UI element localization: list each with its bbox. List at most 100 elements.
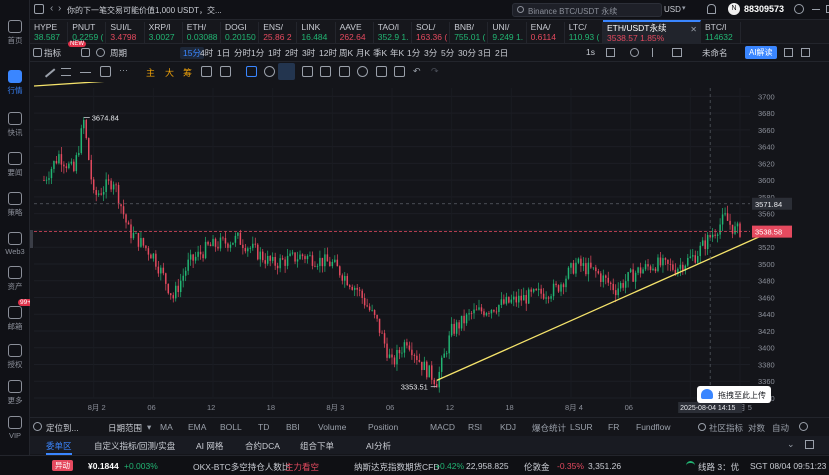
indicator-option[interactable]: 爆仓统计 bbox=[532, 422, 566, 434]
sidebar-item-mail[interactable]: 邮箱 bbox=[0, 306, 30, 332]
ticker-price-1[interactable]: ¥0.1844 bbox=[88, 461, 119, 471]
community-indicator[interactable]: 社区指标 bbox=[709, 422, 743, 434]
ticker-name-4[interactable]: 伦敦金 bbox=[524, 461, 550, 473]
ticker-tab[interactable]: AAVE 262.64 bbox=[336, 22, 374, 44]
ticker-tab[interactable]: BNB/755.01 ( bbox=[450, 22, 489, 44]
ticker-tab[interactable]: BTC/l 114632 bbox=[701, 22, 741, 44]
indicator-option[interactable]: Position bbox=[368, 422, 398, 432]
indicator-option[interactable]: MACD bbox=[430, 422, 455, 432]
indicator-option[interactable]: EMA bbox=[188, 422, 206, 432]
more-tools-icon[interactable]: ··· bbox=[119, 65, 128, 75]
sidebar-item-wallet[interactable]: 资产 bbox=[0, 266, 30, 292]
sidebar-item-article[interactable]: 要闻 bbox=[0, 152, 30, 178]
undo-icon[interactable]: ↶ bbox=[413, 66, 421, 77]
screenshot-icon[interactable] bbox=[801, 48, 810, 57]
period-option[interactable]: 3日 bbox=[478, 47, 491, 59]
indicator-option[interactable]: FR bbox=[608, 422, 619, 432]
indicator-option[interactable]: Volume bbox=[318, 422, 346, 432]
auto-scale-toggle[interactable]: 自动 bbox=[772, 422, 789, 434]
indicator-option[interactable]: TD bbox=[258, 422, 269, 432]
ticker-tab[interactable]: ETH/0.03088 bbox=[183, 22, 221, 44]
indicator-option[interactable]: BOLL bbox=[220, 422, 242, 432]
indicator-option[interactable]: Fundflow bbox=[636, 422, 671, 432]
main-force-button[interactable]: 主 bbox=[146, 66, 155, 79]
clipboard-icon[interactable] bbox=[320, 66, 331, 77]
tab-combo-order[interactable]: 组合下单 bbox=[300, 440, 334, 452]
period-option[interactable]: 2时 bbox=[285, 47, 298, 59]
search-box[interactable]: Binance BTC/USDT 永续 bbox=[512, 3, 662, 17]
indicator-option[interactable]: RSI bbox=[468, 422, 482, 432]
tab-orders[interactable]: 委单区 bbox=[46, 440, 72, 455]
ticker-name-3[interactable]: 纳斯达克指数期货CFD bbox=[354, 461, 439, 473]
avatar[interactable]: N bbox=[728, 3, 740, 15]
period-option[interactable]: 4时 bbox=[200, 47, 213, 59]
eye-icon[interactable] bbox=[357, 66, 368, 77]
period-option[interactable]: 周K bbox=[339, 47, 353, 59]
settings-icon[interactable] bbox=[794, 4, 804, 14]
pen-tool-icon[interactable] bbox=[278, 63, 295, 80]
brush-tool-icon[interactable] bbox=[264, 66, 275, 77]
ticker-tab[interactable]: LTC/110.93 ( bbox=[565, 22, 603, 44]
layout-icon[interactable] bbox=[81, 48, 90, 57]
ticker-tab[interactable]: UNI/9.249 1. bbox=[488, 22, 527, 44]
ticker-tab[interactable]: TAO/l 352.9 1. bbox=[374, 22, 412, 44]
ticker-tab[interactable]: LINK 16.484 bbox=[297, 22, 336, 44]
close-icon[interactable]: ✕ bbox=[690, 25, 697, 34]
ai-interpret-button[interactable]: AI解读 bbox=[745, 46, 777, 59]
period-option[interactable]: 2日 bbox=[495, 47, 508, 59]
expand-icon[interactable] bbox=[805, 440, 814, 449]
chips-button[interactable]: 筹 bbox=[183, 66, 192, 79]
drag-upload-tooltip[interactable]: 拖拽至此上传 bbox=[697, 386, 771, 403]
rectangle-tool-icon[interactable] bbox=[100, 66, 111, 77]
locate-icon[interactable] bbox=[33, 422, 42, 431]
ticker-tab[interactable]: SOL/163.36 ( bbox=[412, 22, 451, 44]
settings-icon[interactable] bbox=[799, 422, 808, 431]
minimize-icon[interactable] bbox=[812, 9, 820, 10]
ticker-tab[interactable]: ENA/0.6114 bbox=[527, 22, 565, 44]
indicator-option[interactable]: MA bbox=[160, 422, 173, 432]
sidebar-item-chart[interactable]: 行情 bbox=[0, 70, 30, 96]
sidebar-item-web3[interactable]: Web3 bbox=[0, 232, 30, 256]
copy-icon[interactable] bbox=[201, 66, 212, 77]
select-tool-icon[interactable] bbox=[246, 66, 257, 77]
bar-chart-icon[interactable] bbox=[606, 48, 615, 57]
bell-icon[interactable] bbox=[707, 4, 716, 14]
ticker-tab[interactable]: XRP/l 3.0027 bbox=[145, 22, 183, 44]
period-option[interactable]: 3时 bbox=[302, 47, 315, 59]
tab-contract-dca[interactable]: 合约DCA bbox=[245, 440, 280, 452]
period-option[interactable]: 3分 bbox=[424, 47, 437, 59]
period-option[interactable]: 季K bbox=[373, 47, 387, 59]
ticker-tab[interactable]: ENS/25.86 2 bbox=[259, 22, 298, 44]
horizontal-lines-tool-icon[interactable] bbox=[61, 68, 71, 76]
ticker-tab[interactable]: DOGI 0.20150 bbox=[221, 22, 260, 44]
sidebar-item-home[interactable]: 首页 bbox=[0, 20, 30, 46]
lock-icon[interactable] bbox=[339, 66, 350, 77]
indicator-icon[interactable] bbox=[33, 48, 42, 57]
forward-arrow-icon[interactable]: › bbox=[58, 3, 61, 14]
window-icon[interactable] bbox=[672, 48, 682, 57]
trash-icon[interactable] bbox=[394, 66, 405, 77]
period-option[interactable]: 1分 bbox=[407, 47, 420, 59]
tab-custom-indicator[interactable]: 自定义指标/回测/实盘 bbox=[94, 440, 175, 452]
sidebar-item-news[interactable]: 快讯 bbox=[0, 112, 30, 138]
filter-icon[interactable] bbox=[376, 66, 387, 77]
date-range-button[interactable]: 日期范围 bbox=[108, 422, 142, 434]
tab-ai-analysis[interactable]: AI分析 bbox=[366, 440, 391, 452]
tab-ai-grid[interactable]: AI 网格 bbox=[196, 440, 223, 452]
period-option[interactable]: 分时 bbox=[234, 47, 251, 59]
sidebar-item-more[interactable]: 更多 bbox=[0, 380, 30, 406]
compare-icon[interactable] bbox=[630, 48, 639, 57]
large-order-button[interactable]: 大 bbox=[165, 66, 174, 79]
sidebar-item-strategy[interactable]: 策略 bbox=[0, 192, 30, 218]
layout-name[interactable]: 未命名 bbox=[702, 47, 728, 59]
chevron-down-icon[interactable]: ⌄ bbox=[787, 439, 795, 450]
period-option[interactable]: 12时 bbox=[319, 47, 337, 59]
period-option[interactable]: 年K bbox=[390, 47, 404, 59]
interval-short[interactable]: 1s bbox=[586, 47, 595, 57]
period-option[interactable]: 1分 bbox=[251, 47, 264, 59]
sidebar-item-vip[interactable]: VIP bbox=[0, 416, 30, 440]
period-option[interactable]: 1时 bbox=[268, 47, 281, 59]
indicator-option[interactable]: KDJ bbox=[500, 422, 516, 432]
log-scale-toggle[interactable]: 对数 bbox=[748, 422, 765, 434]
user-id[interactable]: 88309573 bbox=[744, 4, 784, 14]
